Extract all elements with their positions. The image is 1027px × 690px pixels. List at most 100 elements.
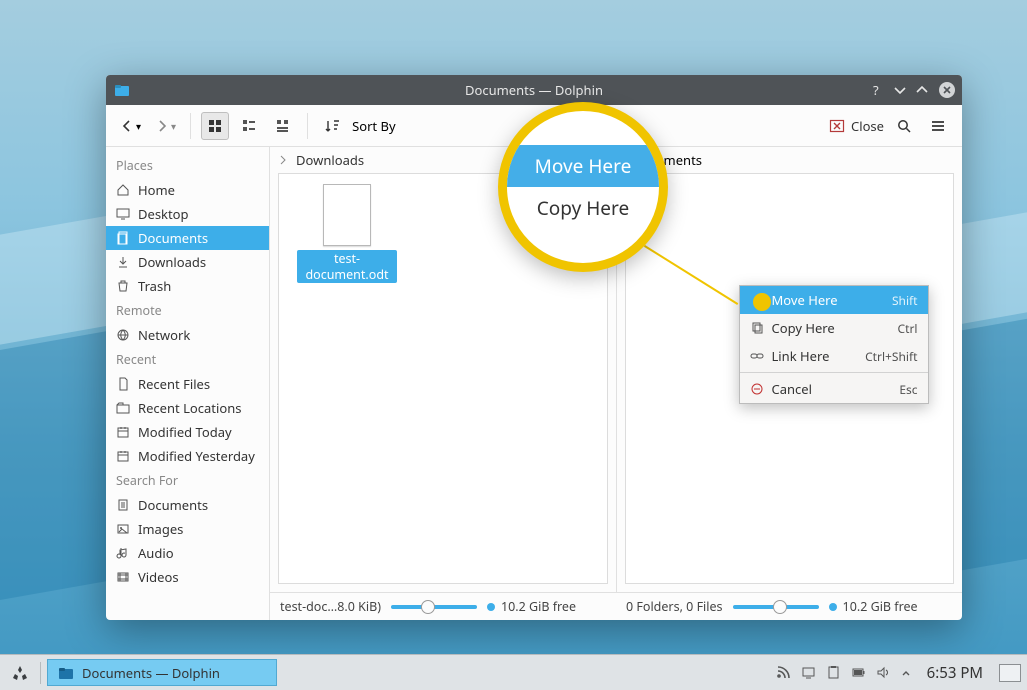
system-tray: 6:53 PM	[776, 663, 1021, 683]
sidebar-item-downloads[interactable]: Downloads	[106, 250, 269, 274]
right-pane: Documents Move Here Shift Copy Here Ctrl	[616, 147, 963, 592]
sort-by-button[interactable]: Sort By	[352, 117, 396, 135]
network-tray-icon[interactable]	[801, 665, 816, 680]
taskbar-entry-label: Documents — Dolphin	[82, 664, 220, 682]
menu-item-shortcut: Ctrl	[898, 320, 918, 337]
chevron-down-icon[interactable]: ▾	[136, 119, 141, 133]
sidebar-item-home[interactable]: Home	[106, 178, 269, 202]
annotation-leader	[645, 245, 743, 305]
menu-item-copy-here[interactable]: Copy Here Ctrl	[740, 314, 928, 342]
copy-icon	[750, 321, 764, 335]
help-icon[interactable]: ?	[870, 83, 884, 97]
places-sidebar: Places Home Desktop Documents Downloads …	[106, 147, 270, 620]
app-launcher-button[interactable]	[6, 659, 34, 687]
sidebar-item-modified-today[interactable]: Modified Today	[106, 420, 269, 444]
sidebar-item-label: Modified Today	[138, 423, 232, 441]
menu-item-label: Move Here	[772, 291, 838, 309]
search-button[interactable]	[890, 112, 918, 140]
sidebar-item-label: Network	[138, 326, 190, 344]
sidebar-item-label: Images	[138, 520, 183, 538]
status-text-right: 0 Folders, 0 Files	[626, 598, 723, 615]
back-button[interactable]: ▾	[116, 115, 145, 137]
sidebar-item-label: Videos	[138, 568, 179, 586]
minimize-icon[interactable]	[894, 84, 906, 96]
menu-item-link-here[interactable]: Link Here Ctrl+Shift	[740, 342, 928, 370]
audio-icon	[116, 546, 130, 560]
sidebar-item-trash[interactable]: Trash	[106, 274, 269, 298]
battery-tray-icon[interactable]	[851, 665, 866, 680]
hamburger-icon	[930, 118, 946, 134]
file-area-right[interactable]: Move Here Shift Copy Here Ctrl Link Here…	[625, 173, 955, 584]
status-text-left: test-doc…8.0 KiB)	[280, 598, 381, 615]
sidebar-item-recent-files[interactable]: Recent Files	[106, 372, 269, 396]
taskbar-entry-dolphin[interactable]: Documents — Dolphin	[47, 659, 277, 686]
home-icon	[116, 183, 130, 197]
downloads-icon	[116, 255, 130, 269]
close-pane-icon	[829, 118, 845, 134]
sidebar-item-modified-yesterday[interactable]: Modified Yesterday	[106, 444, 269, 468]
compact-view-button[interactable]	[235, 112, 263, 140]
sidebar-item-label: Documents	[138, 229, 208, 247]
cancel-icon	[750, 382, 764, 396]
sort-icon[interactable]	[318, 112, 346, 140]
sidebar-item-recent-locations[interactable]: Recent Locations	[106, 396, 269, 420]
folder-app-icon	[114, 82, 130, 98]
hamburger-menu-button[interactable]	[924, 112, 952, 140]
maximize-icon[interactable]	[916, 84, 928, 96]
clipboard-tray-icon[interactable]	[826, 665, 841, 680]
file-icon	[116, 377, 130, 391]
documents-icon	[116, 231, 130, 245]
callout-copy-here: Copy Here	[507, 187, 659, 229]
file-name-label: test-document.odt	[297, 250, 397, 283]
show-desktop-button[interactable]	[999, 664, 1021, 682]
clock[interactable]: 6:53 PM	[927, 663, 983, 683]
file-item[interactable]: test-document.odt	[297, 184, 397, 283]
chevron-right-icon	[278, 155, 288, 165]
window-titlebar[interactable]: Documents — Dolphin ?	[106, 75, 962, 105]
zoom-slider-left[interactable]	[391, 605, 477, 609]
sidebar-item-desktop[interactable]: Desktop	[106, 202, 269, 226]
free-space-right: 10.2 GiB free	[829, 598, 918, 615]
volume-tray-icon[interactable]	[876, 665, 891, 680]
taskbar: Documents — Dolphin 6:53 PM	[0, 654, 1027, 690]
details-view-button[interactable]	[269, 112, 297, 140]
search-icon	[896, 118, 912, 134]
sidebar-item-search-audio[interactable]: Audio	[106, 541, 269, 565]
sidebar-item-label: Home	[138, 181, 175, 199]
menu-item-cancel[interactable]: Cancel Esc	[740, 375, 928, 403]
calendar-icon	[116, 449, 130, 463]
trash-icon	[116, 279, 130, 293]
sidebar-item-documents[interactable]: Documents	[106, 226, 269, 250]
menu-separator	[740, 372, 928, 373]
folder-icon	[116, 401, 130, 415]
videos-icon	[116, 570, 130, 584]
sidebar-header-places: Places	[106, 153, 269, 178]
sidebar-item-label: Recent Files	[138, 375, 210, 393]
calendar-icon	[116, 425, 130, 439]
sidebar-item-search-videos[interactable]: Videos	[106, 565, 269, 589]
crumb-label: Downloads	[296, 151, 364, 169]
icons-view-button[interactable]	[201, 112, 229, 140]
sidebar-item-label: Audio	[138, 544, 174, 562]
close-pane-button[interactable]: Close	[829, 117, 884, 135]
sidebar-item-search-documents[interactable]: Documents	[106, 493, 269, 517]
rss-icon[interactable]	[776, 665, 791, 680]
sidebar-item-label: Documents	[138, 496, 208, 514]
breadcrumb-right[interactable]: Documents	[617, 147, 963, 173]
forward-button[interactable]: ▾	[151, 115, 180, 137]
file-thumb-icon	[323, 184, 371, 246]
free-space-left: 10.2 GiB free	[487, 598, 576, 615]
zoom-slider-right[interactable]	[733, 605, 819, 609]
sidebar-item-label: Trash	[138, 277, 171, 295]
close-pane-label: Close	[851, 117, 884, 135]
sidebar-item-network[interactable]: Network	[106, 323, 269, 347]
plasma-icon	[11, 664, 29, 682]
close-icon[interactable]	[938, 81, 956, 99]
documents-icon	[116, 498, 130, 512]
svg-text:?: ?	[873, 83, 879, 97]
status-bar: test-doc…8.0 KiB) 10.2 GiB free 0 Folder…	[270, 592, 962, 620]
menu-item-label: Link Here	[772, 347, 830, 365]
sidebar-item-search-images[interactable]: Images	[106, 517, 269, 541]
tray-expand-icon[interactable]	[901, 668, 911, 678]
menu-item-label: Copy Here	[772, 319, 835, 337]
